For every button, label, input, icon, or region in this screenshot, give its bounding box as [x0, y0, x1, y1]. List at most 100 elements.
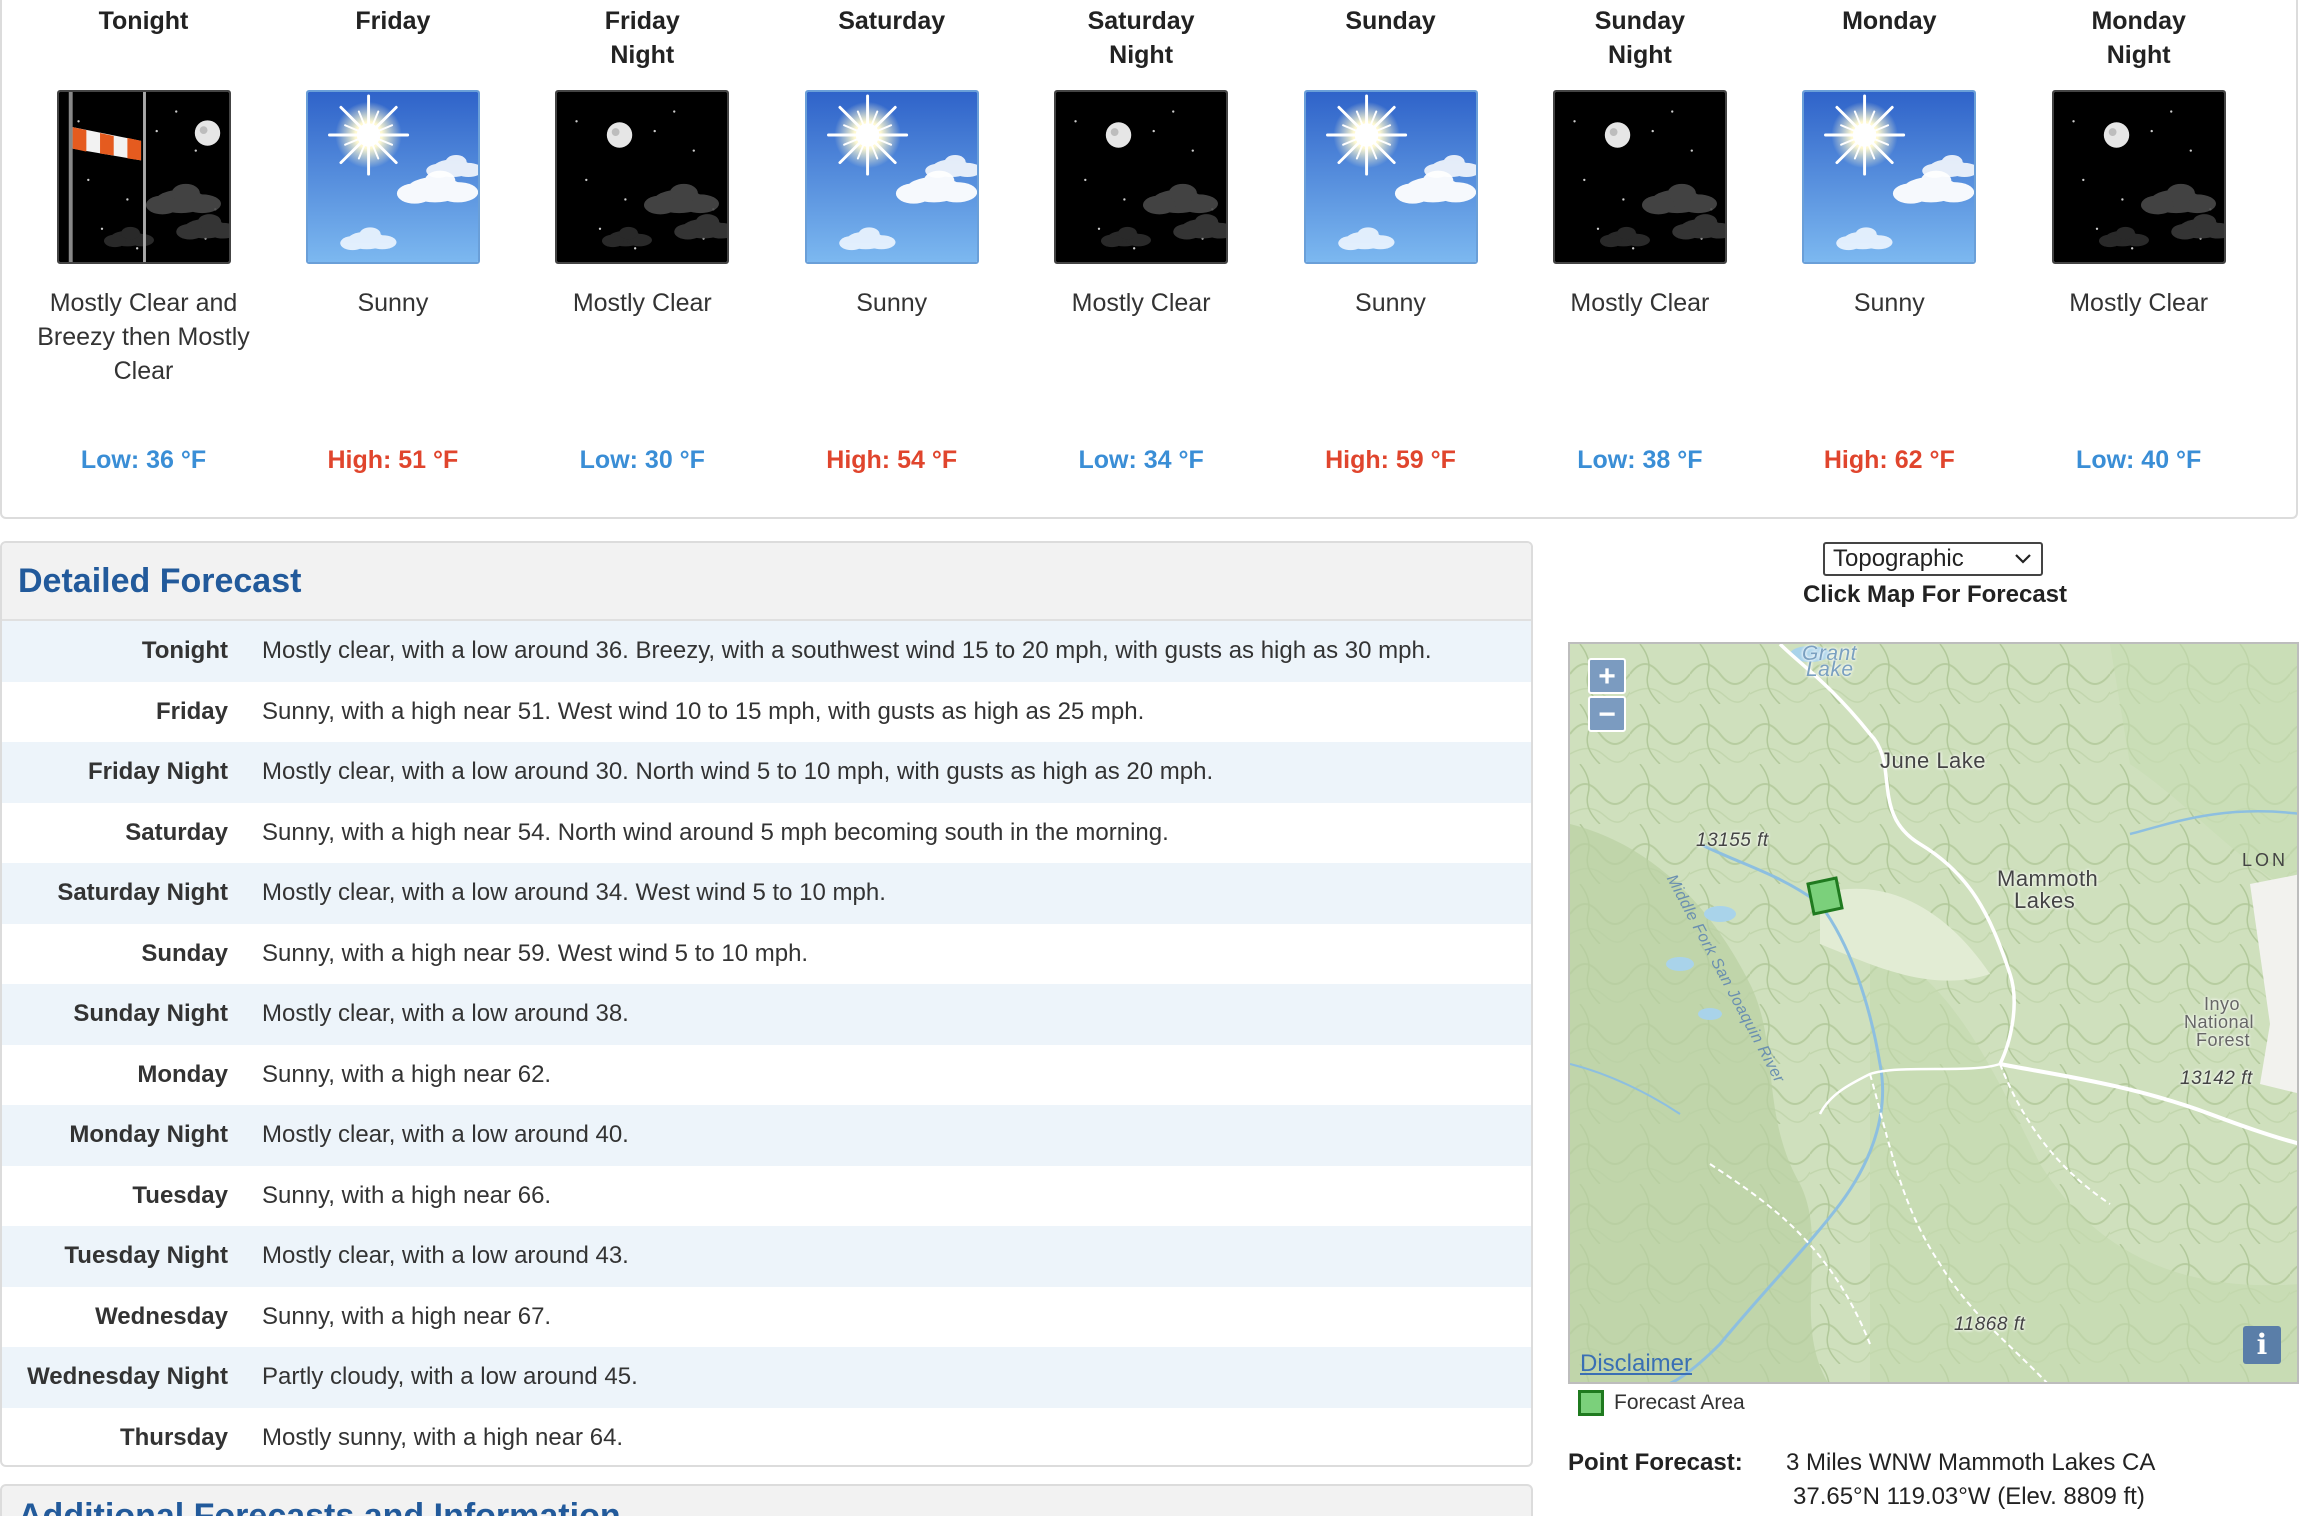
period-short-forecast: Mostly Clear — [572, 289, 712, 317]
forecast-area-swatch — [1578, 1390, 1604, 1416]
legend-label: Forecast Area — [1614, 1391, 1745, 1414]
period-name-line1: Monday — [2091, 7, 2186, 35]
period-short-forecast: Sunny — [357, 289, 429, 317]
forecast-row-text: Mostly clear, with a low around 43. — [262, 1242, 629, 1270]
period-short-forecast: Sunny — [1355, 289, 1426, 317]
additional-forecasts-panel: Additional Forecasts and Information — [0, 1484, 1533, 1516]
period-name: Sunday Night — [1515, 0, 1764, 78]
forecast-row-text: Mostly clear, with a low around 40. — [262, 1121, 629, 1149]
disclaimer-link[interactable]: Disclaimer — [1580, 1350, 1692, 1378]
table-row: Tuesday Sunny, with a high near 66. — [2, 1166, 1531, 1227]
additional-forecasts-title: Additional Forecasts and Information — [18, 1497, 621, 1516]
period-short-forecast: Mostly Clear — [1570, 289, 1710, 317]
period-short-forecast: Mostly Clear and Breezy then Mostly Clea… — [37, 289, 250, 385]
forecast-row-label: Friday — [155, 697, 228, 725]
period-name-line1: Saturday — [1087, 7, 1195, 35]
table-row: Monday Sunny, with a high near 62. — [2, 1045, 1531, 1106]
period-name-line1: Sunday — [1345, 7, 1436, 35]
period-name-line2: Night — [610, 41, 675, 69]
point-forecast-coordinates: 37.65°N 119.03°W (Elev. 8809 ft) — [1793, 1483, 2145, 1510]
night-clear-icon — [1552, 90, 1727, 264]
period-name-line1: Friday — [355, 7, 431, 35]
forecast-row-label: Wednesday — [95, 1302, 228, 1330]
high-temp: High: 59 °F — [1325, 446, 1456, 474]
map-label-elev-13142: 13142 ft — [2180, 1068, 2253, 1089]
period-name: Friday — [268, 0, 517, 78]
map-label-elev-13155: 13155 ft — [1696, 830, 1769, 851]
low-temp: Low: 40 °F — [2076, 446, 2202, 474]
forecast-row-text: Mostly sunny, with a high near 64. — [262, 1423, 624, 1451]
forecast-row-label: Tonight — [141, 637, 228, 665]
night-clear-icon — [555, 90, 730, 264]
table-row: Monday Night Mostly clear, with a low aro… — [2, 1105, 1531, 1166]
table-row: Saturday Night Mostly clear, with a low a… — [2, 863, 1531, 924]
period-name-line1: Saturday — [838, 7, 946, 35]
low-temp: Low: 30 °F — [579, 446, 705, 474]
table-row: Friday Night Mostly clear, with a low aro… — [2, 742, 1531, 803]
map-legend: Forecast Area — [1578, 1390, 1745, 1416]
night-wind-icon — [56, 90, 231, 264]
detailed-forecast-panel: Detailed Forecast Tonight Mostly clear, w… — [0, 541, 1533, 1467]
period-name: Saturday Night — [1017, 0, 1266, 78]
period-name-line1: Sunday — [1594, 7, 1686, 35]
table-row: Sunday Sunny, with a high near 59. West w… — [2, 924, 1531, 985]
period-name-line1: Tonight — [98, 7, 189, 35]
forecast-row-label: Monday — [137, 1060, 228, 1088]
low-temp: Low: 38 °F — [1577, 446, 1703, 474]
forecast-period: Sunday Night Mostly Clear Low: 38 °F — [1515, 0, 1764, 474]
forecast-row-text: Sunny, with a high near 51. West wind 10… — [262, 697, 1145, 725]
forecast-row-text: Mostly clear, with a low around 38. — [262, 1000, 629, 1028]
zoom-out-button[interactable]: − — [1588, 696, 1626, 732]
point-forecast-label: Point Forecast: — [1568, 1449, 1743, 1476]
forecast-row-label: Tuesday — [132, 1181, 228, 1209]
period-short-forecast: Mostly Clear — [2069, 289, 2209, 317]
night-clear-icon — [1054, 90, 1229, 264]
high-temp: High: 51 °F — [327, 446, 459, 474]
period-name: Saturday — [767, 0, 1016, 78]
forecast-row-text: Sunny, with a high near 62. — [262, 1060, 552, 1088]
forecast-period: Sunday Sunny High: 59 °F — [1266, 0, 1515, 474]
map-label-grant-lake: Lake — [1806, 658, 1854, 681]
forecast-row-text: Sunny, with a high near 59. West wind 5 … — [262, 939, 809, 967]
zoom-in-button[interactable]: + — [1588, 658, 1626, 694]
forecast-page: Tonight Mostly Clear and Breezy then Most… — [0, 0, 2300, 1516]
sunny-icon — [1802, 90, 1977, 264]
period-short-forecast: Mostly Clear — [1071, 289, 1211, 317]
forecast-row-label: Thursday — [119, 1423, 228, 1451]
sunny-icon — [1303, 90, 1478, 264]
period-name-line1: Monday — [1842, 7, 1937, 35]
table-row: Saturday Sunny, with a high near 54. Nort… — [2, 803, 1531, 864]
map-type-value: Topographic — [1833, 545, 1964, 572]
map-label-forest: Forest — [2196, 1030, 2251, 1050]
period-name: Friday Night — [518, 0, 767, 78]
forecast-period: Friday Night Mostly Clear Low: 30 °F — [518, 0, 767, 474]
forecast-row-label: Sunday — [141, 939, 228, 967]
forecast-row-label: Friday Night — [87, 758, 228, 786]
forecast-period: Friday Sunny High: 51 °F — [268, 0, 517, 474]
map-caption: Click Map For Forecast — [1802, 581, 2068, 608]
forecast-row-text: Sunny, with a high near 54. North wind a… — [262, 818, 1169, 846]
period-name: Monday Night — [2014, 0, 2263, 78]
high-temp: High: 54 °F — [826, 446, 958, 474]
table-row: Wednesday Night Partly cloudy, with a low… — [2, 1347, 1531, 1408]
period-name-line2: Night — [2106, 41, 2171, 69]
forecast-row-label: Wednesday Night — [27, 1363, 228, 1391]
map-type-select[interactable]: Topographic — [1823, 542, 2043, 576]
sunny-icon — [804, 90, 979, 264]
forecast-map[interactable]: + − Grant Lake June Lake Middle Fork San… — [1568, 642, 2299, 1384]
forecast-row-text: Sunny, with a high near 67. — [262, 1302, 552, 1330]
detailed-forecast-title: Detailed Forecast — [18, 562, 302, 600]
table-row: Friday Sunny, with a high near 51. West w… — [2, 682, 1531, 743]
forecast-period: Monday Night Mostly Clear Low: 40 °F — [2014, 0, 2263, 474]
point-forecast-location: 3 Miles WNW Mammoth Lakes CA — [1786, 1449, 2156, 1476]
forecast-row-label: Saturday Night — [57, 879, 228, 907]
info-icon[interactable]: i — [2243, 1326, 2281, 1364]
table-row: Sunday Night Mostly clear, with a low aro… — [2, 984, 1531, 1045]
period-name-line1: Friday — [604, 7, 680, 35]
forecast-row-text: Sunny, with a high near 66. — [262, 1181, 552, 1209]
table-row: Wednesday Sunny, with a high near 67. — [2, 1287, 1531, 1348]
period-name: Sunday — [1266, 0, 1515, 78]
forecast-row-text: Mostly clear, with a low around 34. West… — [262, 879, 886, 907]
night-clear-icon — [2051, 90, 2226, 264]
forecast-period: Tonight Mostly Clear and Breezy then Most… — [19, 0, 268, 474]
